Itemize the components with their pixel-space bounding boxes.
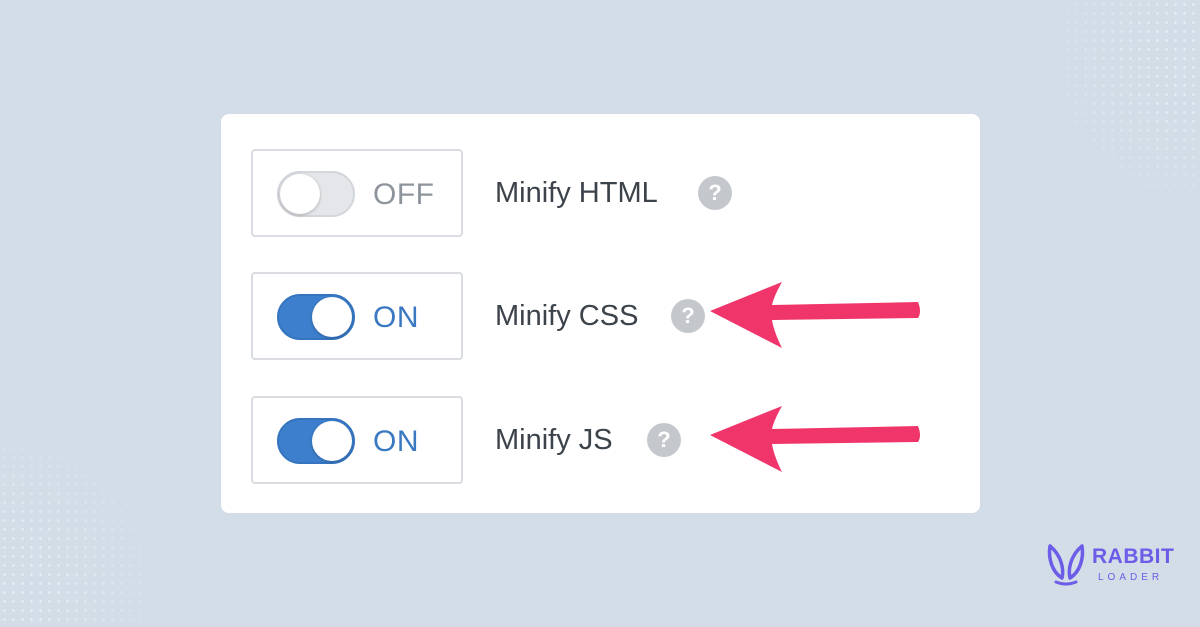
toggle-state-label: ON <box>373 425 419 458</box>
arrow-left-icon <box>710 406 920 472</box>
rabbit-ears-icon <box>1047 544 1085 586</box>
toggle-switch[interactable] <box>277 294 355 340</box>
toggle-switch[interactable] <box>277 418 355 464</box>
dot-pattern-top-right <box>1000 0 1200 190</box>
brand-subtitle: LOADER <box>1098 572 1164 583</box>
brand-name: RABBIT <box>1092 545 1175 568</box>
setting-row-minify-html: OFF Minify HTML ? <box>251 149 951 237</box>
dot-pattern-bottom-left <box>0 417 180 627</box>
toggle-knob <box>312 421 352 461</box>
toggle-knob <box>280 174 320 214</box>
minify-css-toggle[interactable]: ON <box>251 272 463 360</box>
help-icon[interactable]: ? <box>698 176 732 210</box>
brand-logo: RABBIT LOADER <box>1040 540 1174 590</box>
setting-label-minify-js: Minify JS <box>495 424 613 456</box>
arrow-left-icon <box>710 282 920 348</box>
minify-js-toggle[interactable]: ON <box>251 396 463 484</box>
help-icon[interactable]: ? <box>647 423 681 457</box>
toggle-switch[interactable] <box>277 171 355 217</box>
setting-label-minify-html: Minify HTML <box>495 177 658 209</box>
toggle-knob <box>312 297 352 337</box>
minify-html-toggle[interactable]: OFF <box>251 149 463 237</box>
help-icon[interactable]: ? <box>671 299 705 333</box>
toggle-state-label: ON <box>373 301 419 334</box>
toggle-state-label: OFF <box>373 178 435 211</box>
setting-label-minify-css: Minify CSS <box>495 300 639 332</box>
